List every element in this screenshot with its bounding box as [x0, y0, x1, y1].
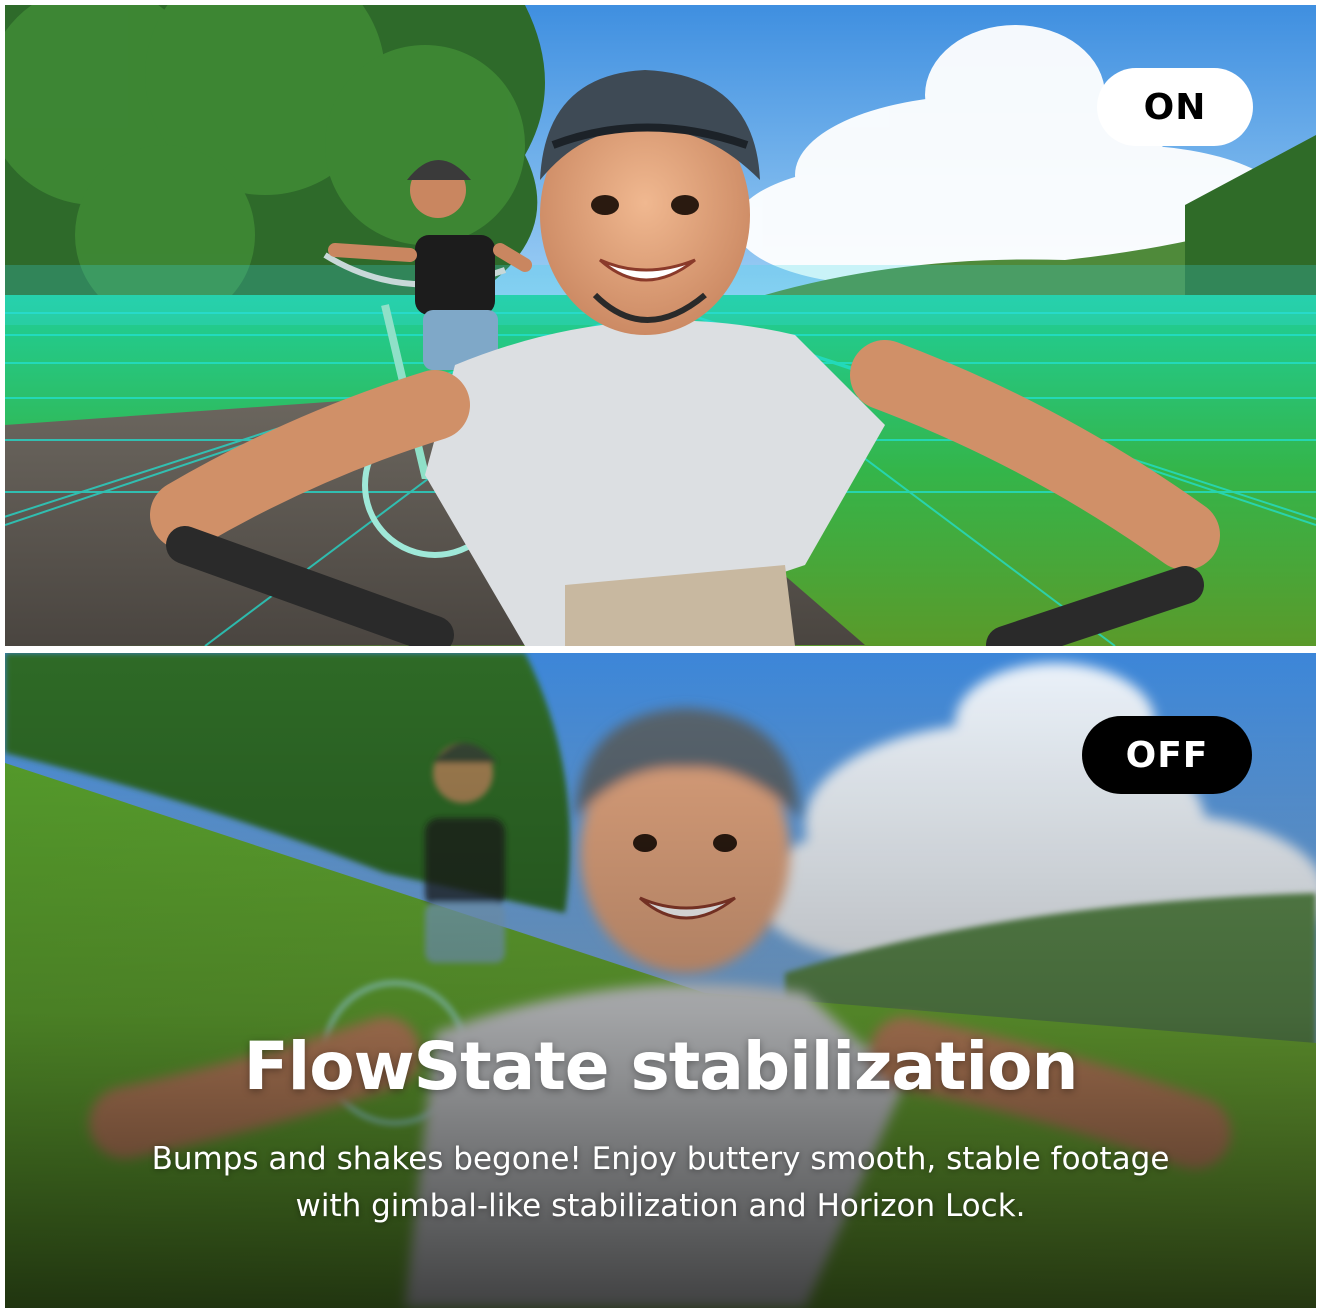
stabilization-off-badge: OFF: [1082, 716, 1252, 794]
caption-title: FlowState stabilization: [243, 1028, 1079, 1105]
stabilization-off-photo: OFF FlowState stabilization Bumps and sh…: [5, 653, 1316, 1308]
caption-body: Bumps and shakes begone! Enjoy buttery s…: [5, 1136, 1316, 1230]
stabilization-on-photo: ON: [5, 5, 1316, 646]
caption-body-line-2: with gimbal-like stabilization and Horiz…: [295, 1188, 1026, 1224]
caption-body-line-1: Bumps and shakes begone! Enjoy buttery s…: [151, 1141, 1170, 1177]
stabilization-on-badge: ON: [1097, 68, 1253, 146]
